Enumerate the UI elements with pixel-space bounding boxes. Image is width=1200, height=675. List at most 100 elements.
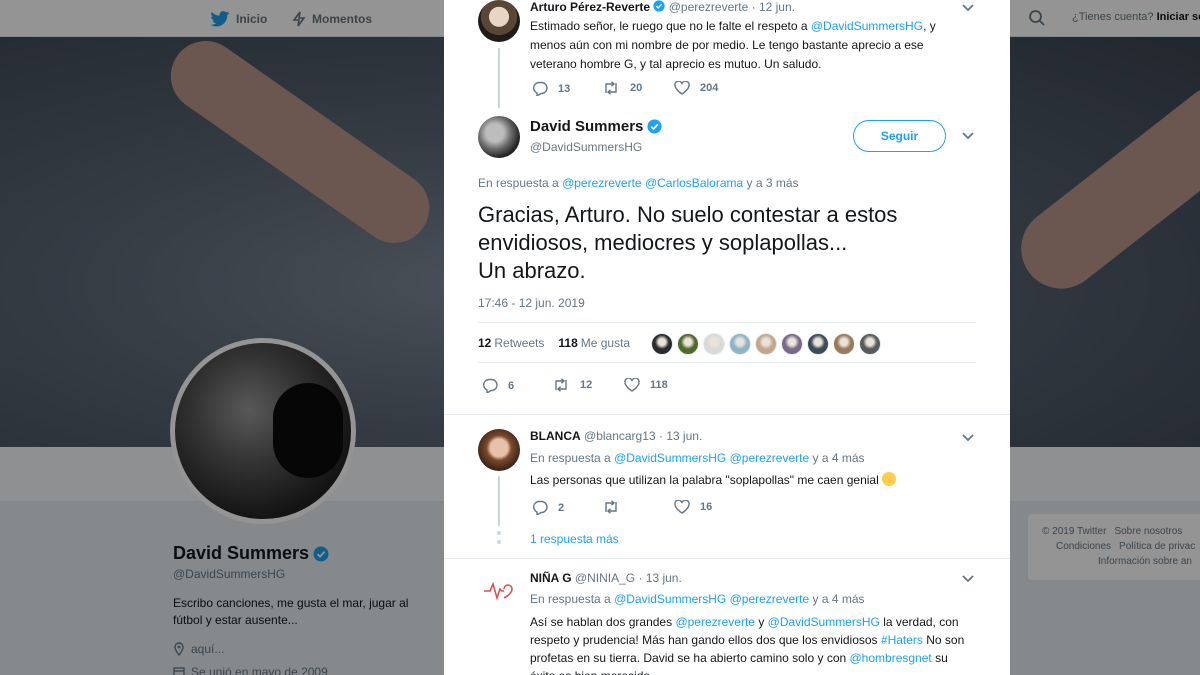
main-tweet-author: David Summers bbox=[530, 118, 662, 135]
tweet-modal: Arturo Pérez-Reverte @perezreverte · 12 … bbox=[444, 0, 1010, 675]
liker-avatar[interactable] bbox=[651, 333, 673, 355]
main-tweet-replying-to: En respuesta a @perezreverte @CarlosBalo… bbox=[478, 176, 799, 190]
section-divider bbox=[444, 414, 1010, 415]
parent-tweet-mention[interactable]: @DavidSummersHG bbox=[811, 19, 923, 33]
reply-icon bbox=[533, 500, 548, 515]
retweet-icon bbox=[605, 500, 617, 514]
parent-reply-button[interactable]: 13 bbox=[532, 81, 570, 96]
reply2-handle[interactable]: @NINIA_G bbox=[575, 571, 635, 585]
reply2-chevron-down-icon[interactable] bbox=[960, 571, 976, 587]
replying-suffix[interactable]: y a 3 más bbox=[743, 176, 799, 190]
parent-like-count: 204 bbox=[700, 82, 719, 94]
parent-tweet-avatar[interactable] bbox=[478, 0, 520, 42]
reply1-date[interactable]: · 13 jun. bbox=[659, 429, 702, 443]
retweet-icon bbox=[555, 378, 567, 392]
main-tweet-handle[interactable]: @DavidSummersHG bbox=[530, 140, 642, 154]
reply2-replying-suffix[interactable]: y a 4 más bbox=[809, 592, 864, 606]
reply1-mention-2[interactable]: @perezreverte bbox=[730, 451, 810, 465]
liker-avatar[interactable] bbox=[703, 333, 725, 355]
reply2-date[interactable]: · 13 jun. bbox=[638, 571, 681, 585]
thread-connector-line bbox=[498, 48, 500, 108]
reply2-text: Así se hablan dos grandes @perezreverte … bbox=[530, 613, 970, 675]
main-tweet-line-3: Un abrazo. bbox=[478, 258, 586, 283]
smiling-face-emoji-icon bbox=[882, 472, 897, 486]
follow-button[interactable]: Seguir bbox=[853, 120, 946, 152]
reply2-replying-to: En respuesta a @DavidSummersHG @perezrev… bbox=[530, 592, 865, 606]
reply2-avatar[interactable] bbox=[478, 571, 520, 613]
reply1-like-count: 16 bbox=[700, 501, 713, 513]
parent-retweet-count: 20 bbox=[630, 82, 643, 94]
liker-avatar[interactable] bbox=[807, 333, 829, 355]
main-tweet-chevron-down-icon[interactable] bbox=[960, 128, 976, 144]
reply1-reply-button[interactable]: 2 bbox=[532, 500, 564, 515]
reply1-reply-count: 2 bbox=[558, 501, 565, 514]
parent-tweet-header: Arturo Pérez-Reverte @perezreverte · 12 … bbox=[530, 0, 795, 14]
reply2-mention-2[interactable]: @perezreverte bbox=[730, 592, 810, 606]
likes-stat-label: Me gusta bbox=[580, 336, 631, 350]
liker-avatar[interactable] bbox=[859, 333, 881, 355]
reply-icon bbox=[533, 81, 548, 96]
reply1-replying-suffix[interactable]: y a 4 más bbox=[809, 451, 864, 465]
verified-badge-icon bbox=[647, 119, 662, 134]
thread-dot bbox=[497, 531, 501, 535]
retweets-stat-label: Retweets bbox=[494, 336, 545, 350]
main-tweet-author-name[interactable]: David Summers bbox=[530, 118, 643, 135]
retweet-icon bbox=[605, 81, 617, 95]
reply2-text-mention-1[interactable]: @perezreverte bbox=[675, 615, 755, 629]
parent-tweet-chevron-down-icon[interactable] bbox=[960, 0, 976, 16]
liker-avatar[interactable] bbox=[755, 333, 777, 355]
liker-avatar[interactable] bbox=[729, 333, 751, 355]
heart-icon bbox=[674, 81, 690, 95]
divider bbox=[478, 322, 976, 323]
main-like-button[interactable]: 118 bbox=[624, 378, 668, 392]
retweets-stat-count: 12 bbox=[478, 336, 492, 350]
reply1-avatar[interactable] bbox=[478, 429, 520, 471]
reply1-like-button[interactable]: 16 bbox=[674, 500, 712, 514]
parent-tweet-author[interactable]: Arturo Pérez-Reverte bbox=[530, 0, 650, 14]
main-retweet-button[interactable]: 12 bbox=[552, 378, 592, 392]
parent-tweet-date[interactable]: · 12 jun. bbox=[752, 0, 795, 14]
main-reply-button[interactable]: 6 bbox=[482, 378, 514, 393]
reply2-mention-1[interactable]: @DavidSummersHG bbox=[614, 592, 726, 606]
reply2-header: NIÑA G @NINIA_G · 13 jun. bbox=[530, 571, 682, 585]
reply1-retweet-button[interactable] bbox=[602, 500, 630, 514]
reply-icon bbox=[483, 378, 498, 393]
reply1-mention-1[interactable]: @DavidSummersHG bbox=[614, 451, 726, 465]
main-tweet-line-1: Gracias, Arturo. No suelo contestar a es… bbox=[478, 202, 898, 227]
reply2-hashtag[interactable]: #Haters bbox=[881, 633, 923, 647]
main-tweet-text: Gracias, Arturo. No suelo contestar a es… bbox=[478, 201, 978, 285]
reply1-chevron-down-icon[interactable] bbox=[960, 430, 976, 446]
liker-avatar[interactable] bbox=[677, 333, 699, 355]
heart-icon bbox=[624, 378, 640, 392]
main-tweet-line-2: envidiosos, mediocres y soplapollas... bbox=[478, 230, 848, 255]
verified-badge-icon bbox=[653, 0, 666, 12]
main-like-count: 118 bbox=[650, 379, 668, 391]
liker-avatar[interactable] bbox=[781, 333, 803, 355]
parent-reply-count: 13 bbox=[558, 82, 571, 95]
reply1-text: Las personas que utilizan la palabra "so… bbox=[530, 471, 970, 489]
section-divider bbox=[444, 558, 1010, 559]
replying-mention-2[interactable]: @CarlosBalorama bbox=[645, 176, 743, 190]
main-tweet-avatar[interactable] bbox=[478, 116, 520, 158]
retweets-stat[interactable]: 12 Retweets bbox=[478, 336, 544, 350]
likes-stat[interactable]: 118 Me gusta bbox=[558, 336, 630, 350]
reply1-replying-prefix: En respuesta a bbox=[530, 451, 615, 465]
replying-mention-1[interactable]: @perezreverte bbox=[562, 176, 642, 190]
reply1-handle[interactable]: @blancarg13 bbox=[584, 429, 656, 443]
parent-retweet-button[interactable]: 20 bbox=[602, 81, 642, 95]
reply1-author[interactable]: BLANCA bbox=[530, 429, 581, 443]
heartbeat-logo-icon bbox=[484, 581, 513, 601]
reply1-replying-to: En respuesta a @DavidSummersHG @perezrev… bbox=[530, 451, 865, 465]
likes-stat-count: 118 bbox=[558, 336, 578, 350]
reply2-text-b: y bbox=[754, 615, 768, 629]
reply2-author[interactable]: NIÑA G bbox=[530, 571, 572, 585]
more-replies-link[interactable]: 1 respuesta más bbox=[530, 532, 619, 546]
main-tweet-timestamp[interactable]: 17:46 - 12 jun. 2019 bbox=[478, 296, 585, 310]
parent-like-button[interactable]: 204 bbox=[674, 81, 718, 95]
heart-icon bbox=[674, 500, 690, 514]
parent-tweet-handle[interactable]: @perezreverte bbox=[669, 0, 749, 14]
reply2-text-mention-2[interactable]: @DavidSummersHG bbox=[768, 615, 880, 629]
main-retweet-count: 12 bbox=[580, 379, 593, 391]
reply2-text-mention-3[interactable]: @hombresgnet bbox=[850, 651, 932, 665]
liker-avatar[interactable] bbox=[833, 333, 855, 355]
